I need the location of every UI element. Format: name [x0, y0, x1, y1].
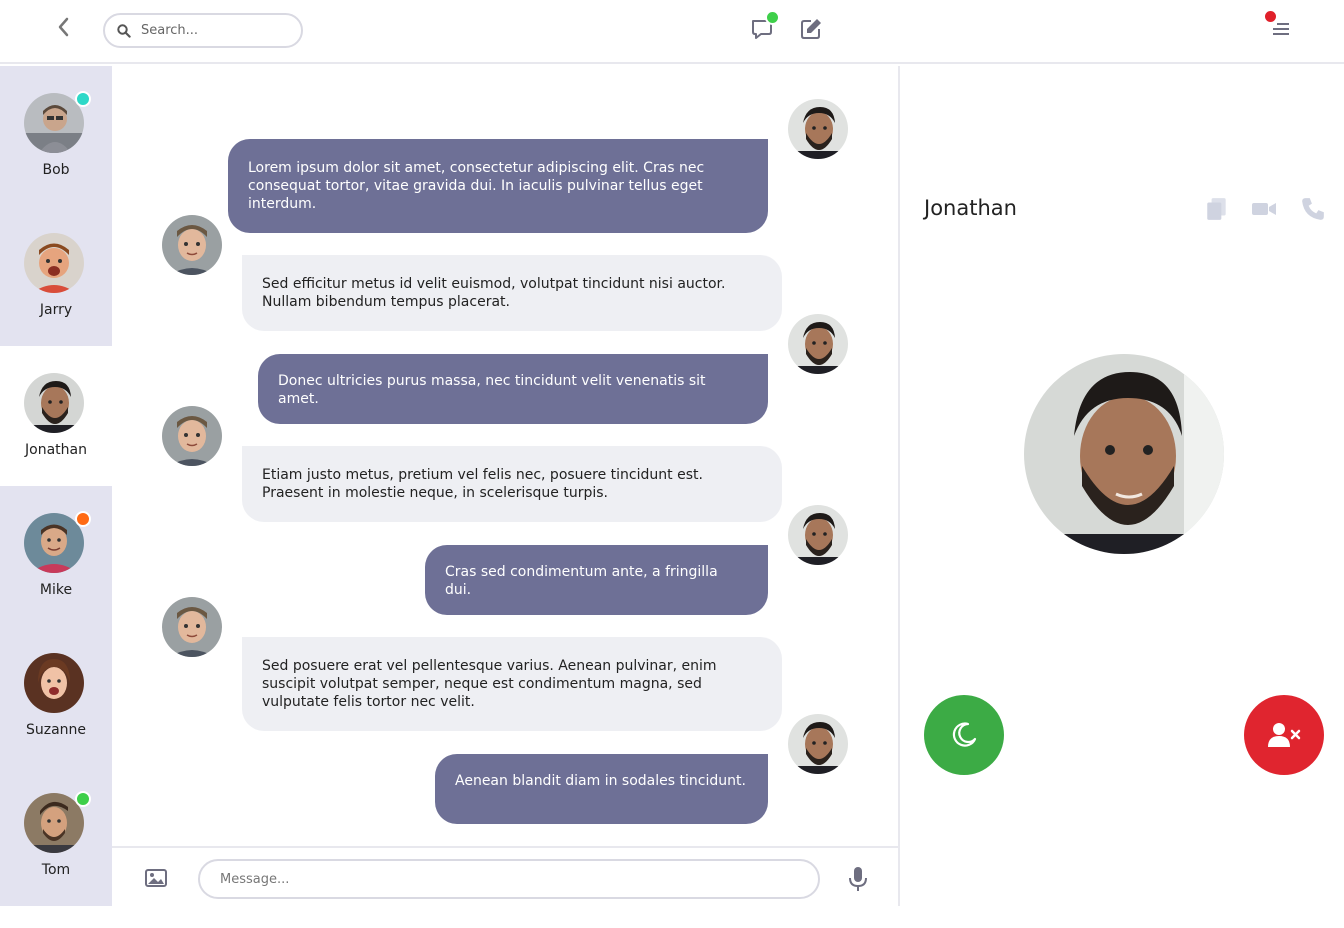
- status-badge: [75, 791, 91, 807]
- avatar: [24, 653, 84, 713]
- moon-icon: [952, 722, 977, 747]
- message-outgoing: Lorem ipsum dolor sit amet, consectetur …: [228, 139, 768, 233]
- snooze-button[interactable]: [924, 695, 1004, 775]
- top-bar: [0, 0, 1344, 64]
- message-outgoing: Donec ultricies purus massa, nec tincidu…: [258, 354, 768, 424]
- compose-button[interactable]: [796, 14, 826, 44]
- message-incoming: Sed posuere erat vel pellentesque varius…: [242, 637, 782, 731]
- avatar: [24, 373, 84, 433]
- message-outgoing: Aenean blandit diam in sodales tincidunt…: [435, 754, 768, 824]
- avatar: [788, 314, 848, 374]
- message-incoming: Etiam justo metus, pretium vel felis nec…: [242, 446, 782, 522]
- contact-suzanne[interactable]: Suzanne: [0, 626, 112, 766]
- remove-contact-button[interactable]: [1244, 695, 1324, 775]
- message-composer: [112, 846, 898, 906]
- status-badge: [75, 91, 91, 107]
- remove-user-icon: [1268, 723, 1301, 747]
- contact-name: Jonathan: [25, 442, 87, 458]
- search-input[interactable]: [141, 23, 281, 38]
- contact-tom[interactable]: Tom: [0, 766, 112, 906]
- contacts-sidebar: Bob Jarry Jonathan Mike Suzanne Tom: [0, 66, 112, 906]
- back-arrow-icon: [58, 17, 69, 37]
- contact-name: Tom: [41, 862, 71, 878]
- contact-details-panel: Jonathan: [900, 66, 1344, 906]
- image-icon[interactable]: [144, 866, 168, 890]
- avatar: [24, 233, 84, 293]
- contact-name-heading: Jonathan: [924, 196, 1017, 220]
- avatar: [788, 505, 848, 565]
- contact-mike[interactable]: Mike: [0, 486, 112, 626]
- copy-icon[interactable]: [1204, 196, 1230, 222]
- chat-messages: Lorem ipsum dolor sit amet, consectetur …: [112, 66, 898, 846]
- avatar: [788, 714, 848, 774]
- message-incoming: Sed efficitur metus id velit euismod, vo…: [242, 255, 782, 331]
- phone-icon[interactable]: [1300, 196, 1326, 222]
- contact-name: Suzanne: [25, 722, 87, 738]
- avatar: [788, 99, 848, 159]
- message-input[interactable]: [198, 859, 820, 899]
- microphone-icon[interactable]: [848, 866, 868, 892]
- video-camera-icon[interactable]: [1251, 196, 1277, 222]
- avatar: [162, 215, 222, 275]
- contact-jarry[interactable]: Jarry: [0, 206, 112, 346]
- status-badge: [75, 511, 91, 527]
- menu-notification-badge: [1263, 9, 1278, 24]
- search-icon: [117, 23, 131, 38]
- contact-avatar-large: [1024, 354, 1224, 554]
- chat-notification-badge: [765, 10, 780, 25]
- contact-name: Mike: [39, 582, 73, 598]
- message-outgoing: Cras sed condimentum ante, a fringilla d…: [425, 545, 768, 615]
- avatar: [162, 406, 222, 466]
- search-box[interactable]: [103, 13, 303, 48]
- avatar: [162, 597, 222, 657]
- back-button[interactable]: [50, 14, 76, 40]
- contact-bob[interactable]: Bob: [0, 66, 112, 206]
- edit-icon: [801, 19, 821, 39]
- menu-button[interactable]: [1263, 9, 1295, 44]
- contact-name: Bob: [42, 162, 70, 178]
- contact-jonathan[interactable]: Jonathan: [0, 346, 112, 486]
- chat-button[interactable]: [747, 10, 780, 44]
- contact-name: Jarry: [39, 302, 73, 318]
